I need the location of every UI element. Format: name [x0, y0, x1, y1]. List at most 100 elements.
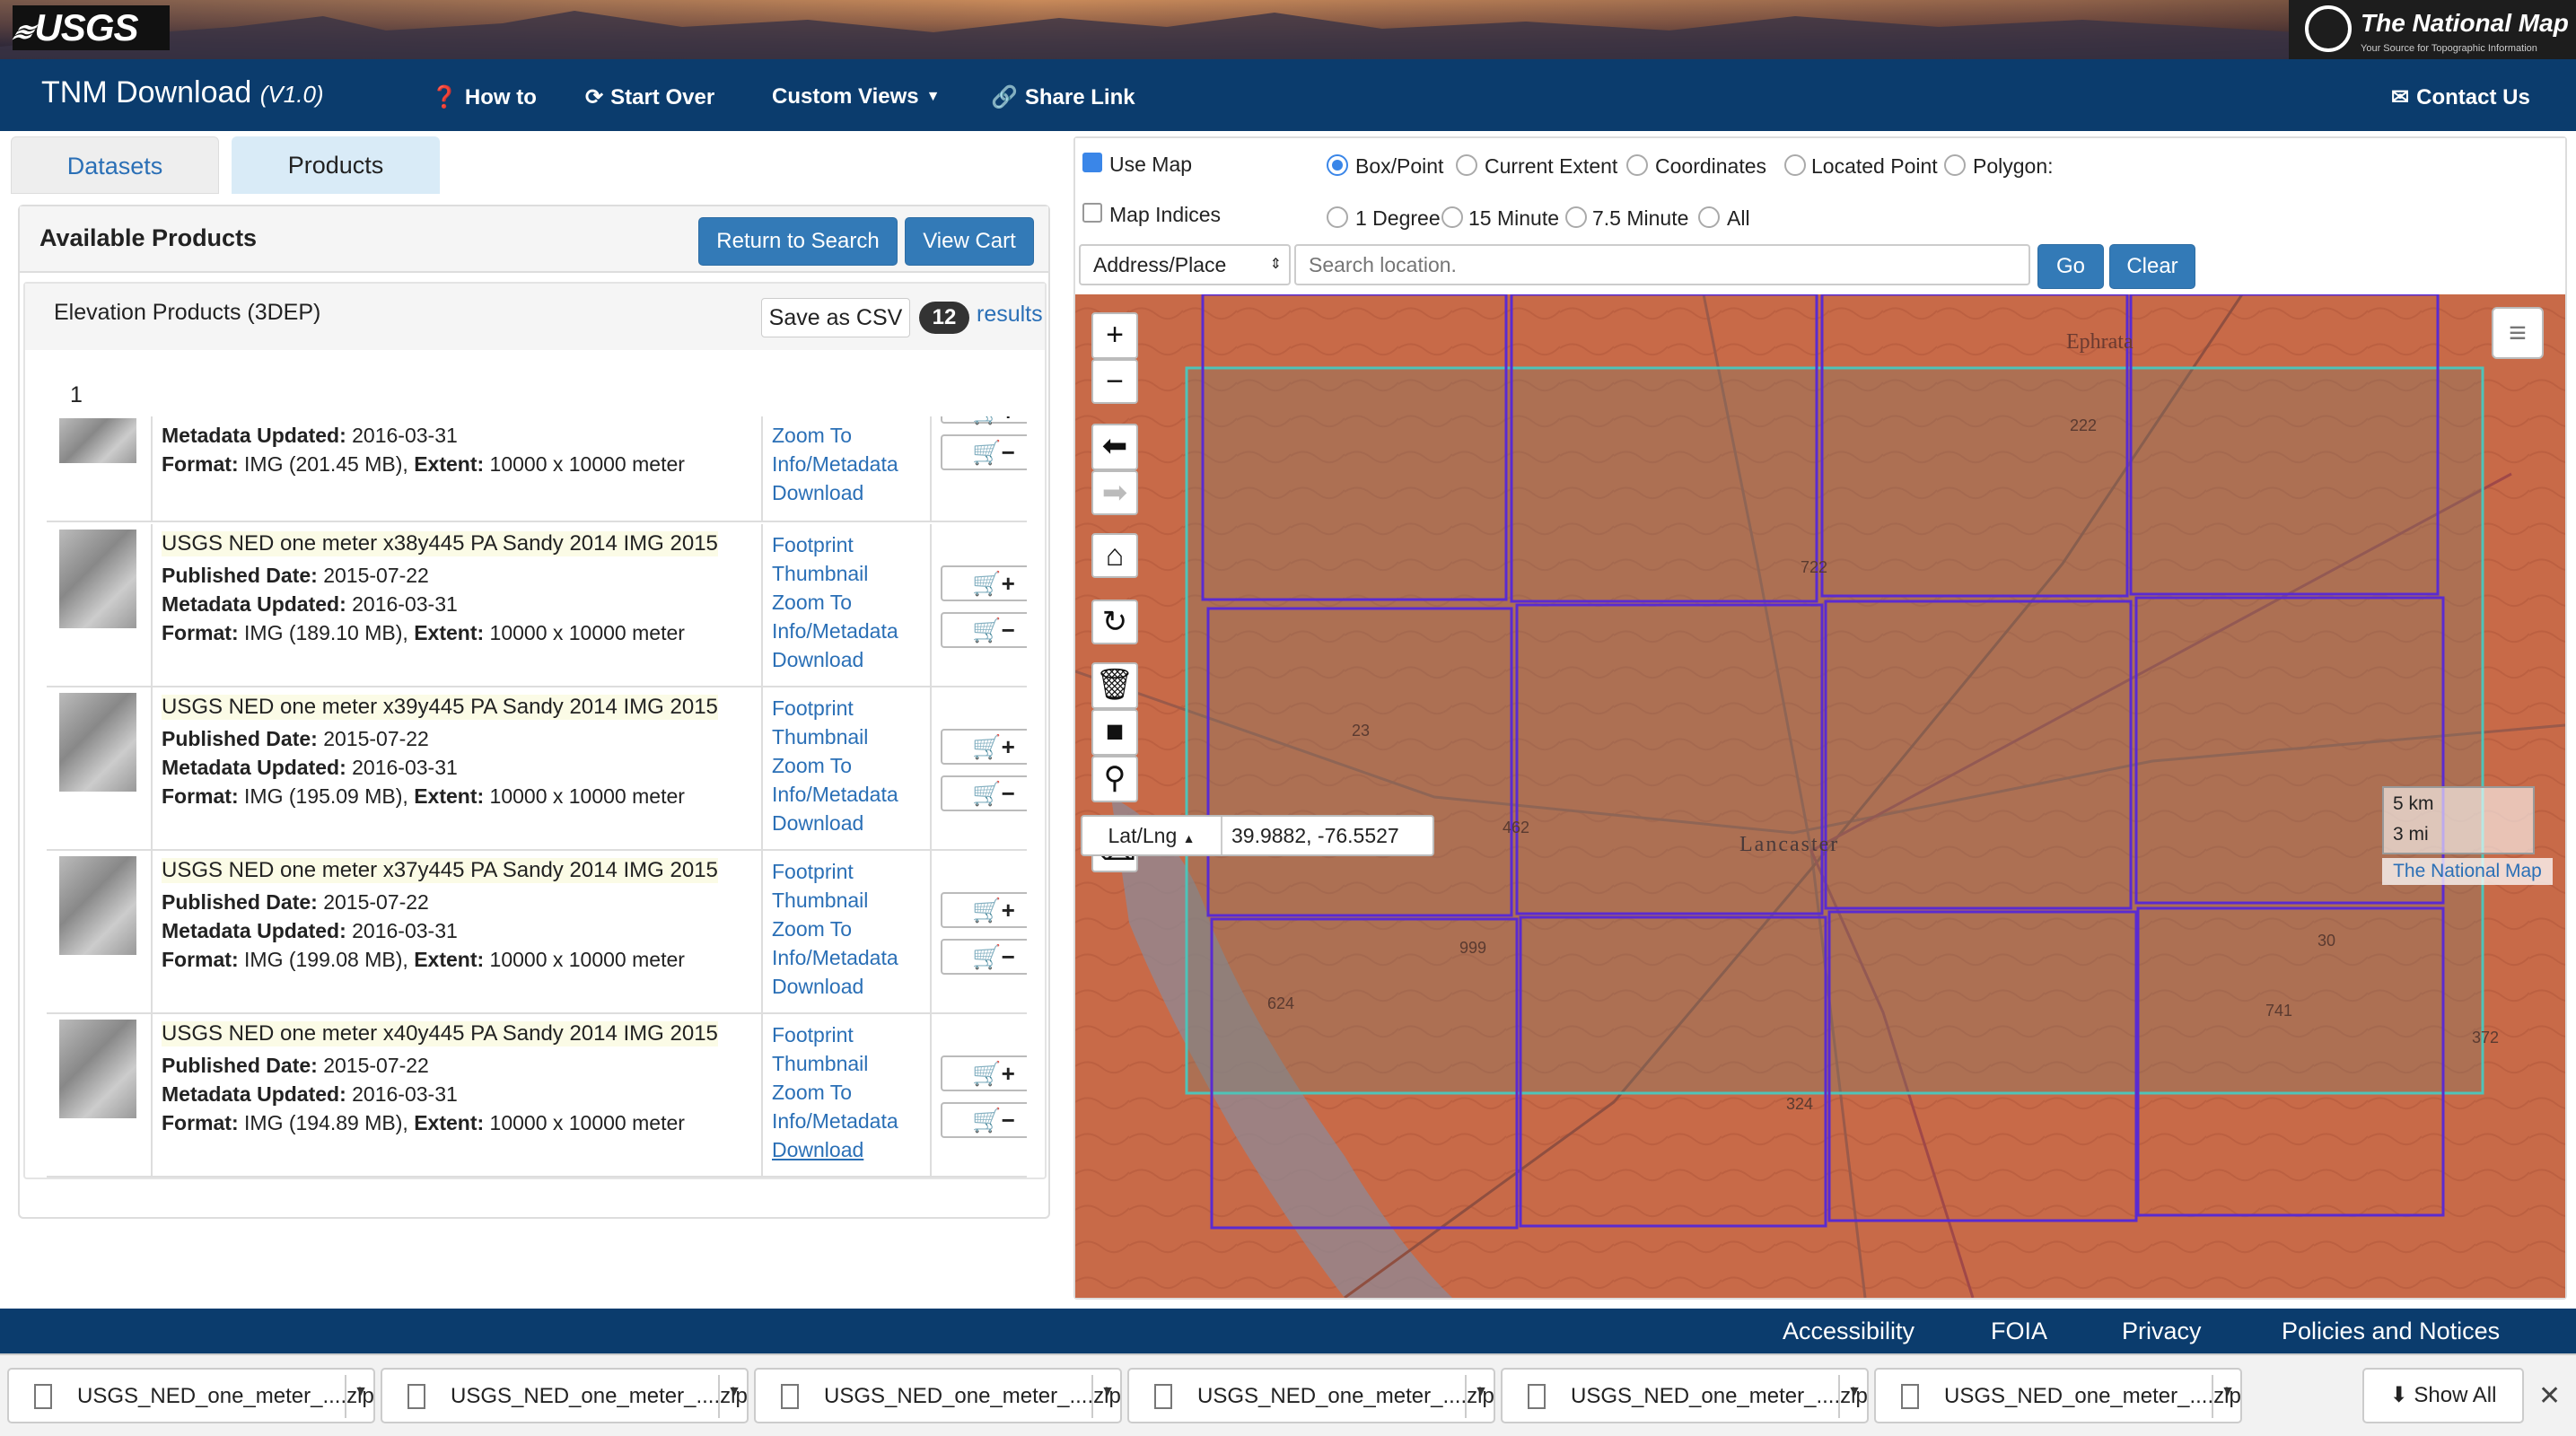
share-link[interactable]: 🔗 Share Link — [991, 84, 1135, 110]
download-link[interactable]: Download — [772, 1138, 863, 1162]
download-link[interactable]: Download — [772, 811, 863, 836]
thumbnail-image[interactable] — [59, 418, 136, 463]
thumbnail-link[interactable]: Thumbnail — [772, 725, 868, 749]
footprint-link[interactable]: Footprint — [772, 696, 854, 721]
clear-button[interactable]: Clear — [2109, 244, 2195, 289]
map-canvas[interactable]: Ephrata Lancaster 222 722 23 462 999 30 … — [1075, 294, 2565, 1298]
seven-half-minute-radio[interactable] — [1565, 206, 1587, 228]
view-cart-button[interactable]: View Cart — [905, 217, 1034, 266]
box-point-radio[interactable] — [1327, 154, 1348, 176]
remove-from-cart-button[interactable]: 🛒− — [941, 775, 1027, 811]
chevron-down-icon[interactable]: ▼ — [2221, 1384, 2235, 1400]
zoom-to-link[interactable]: Zoom To — [772, 1081, 852, 1105]
how-to-link[interactable]: ❓ How to — [431, 84, 537, 110]
foia-link[interactable]: FOIA — [1991, 1318, 2047, 1345]
current-extent-radio[interactable] — [1456, 154, 1477, 176]
zoom-out-button[interactable]: − — [1091, 359, 1138, 404]
info-metadata-link[interactable]: Info/Metadata — [772, 452, 898, 477]
info-metadata-link[interactable]: Info/Metadata — [772, 619, 898, 644]
layers-icon[interactable]: ≡ — [2492, 307, 2544, 359]
located-point-radio[interactable] — [1784, 154, 1806, 176]
map-pin-icon[interactable]: ⚲ — [1091, 756, 1138, 802]
return-to-search-button[interactable]: Return to Search — [698, 217, 898, 266]
thumbnail-image[interactable] — [59, 1020, 136, 1118]
info-metadata-link[interactable]: Info/Metadata — [772, 946, 898, 970]
home-icon[interactable]: ⌂ — [1091, 533, 1138, 578]
remove-from-cart-button[interactable]: 🛒− — [941, 434, 1027, 470]
footprint-link[interactable]: Footprint — [772, 860, 854, 884]
all-radio[interactable] — [1698, 206, 1720, 228]
refresh-icon[interactable]: ↻ — [1091, 600, 1138, 644]
download-item[interactable]: USGS_NED_one_meter_....zip ▼ — [1127, 1368, 1495, 1423]
search-location-input[interactable] — [1294, 244, 2030, 285]
download-link[interactable]: Download — [772, 648, 863, 672]
remove-from-cart-button[interactable]: 🛒− — [941, 612, 1027, 648]
chevron-down-icon[interactable]: ▼ — [1474, 1384, 1488, 1400]
download-item[interactable]: USGS_NED_one_meter_....zip ▼ — [7, 1368, 375, 1423]
address-place-select[interactable]: Address/Place ⇕ — [1079, 244, 1291, 285]
download-link[interactable]: Download — [772, 975, 863, 999]
chevron-down-icon[interactable]: ▼ — [1847, 1384, 1862, 1400]
national-map-logo[interactable]: The National Map Your Source for Topogra… — [2289, 0, 2576, 59]
fifteen-minute-radio[interactable] — [1441, 206, 1463, 228]
add-to-cart-button[interactable]: 🛒+ — [941, 565, 1027, 601]
chevron-down-icon[interactable]: ▼ — [354, 1384, 368, 1400]
square-draw-icon[interactable]: ■ — [1091, 709, 1138, 756]
footprint-link[interactable]: Footprint — [772, 1023, 854, 1047]
add-to-cart-button[interactable]: 🛒+ — [941, 1055, 1027, 1091]
close-icon[interactable]: ✕ — [2538, 1380, 2561, 1412]
remove-from-cart-button[interactable]: 🛒− — [941, 1102, 1027, 1138]
thumbnail-image[interactable] — [59, 693, 136, 792]
back-arrow-icon[interactable]: ⬅ — [1091, 424, 1138, 470]
privacy-link[interactable]: Privacy — [2122, 1318, 2202, 1345]
zoom-to-link[interactable]: Zoom To — [772, 917, 852, 941]
download-item[interactable]: USGS_NED_one_meter_....zip ▼ — [1874, 1368, 2242, 1423]
zoom-to-link[interactable]: Zoom To — [772, 591, 852, 615]
chevron-down-icon[interactable]: ▼ — [1100, 1384, 1115, 1400]
contact-us-link[interactable]: ✉ Contact Us — [2391, 84, 2530, 110]
tab-products[interactable]: Products — [232, 136, 440, 194]
download-item[interactable]: USGS_NED_one_meter_....zip ▼ — [1501, 1368, 1869, 1423]
save-as-csv-button[interactable]: Save as CSV — [761, 298, 910, 337]
go-button[interactable]: Go — [2037, 244, 2104, 289]
map-indices-checkbox[interactable] — [1082, 203, 1102, 223]
trash-icon[interactable]: 🗑 — [1091, 662, 1138, 709]
thumbnail-link[interactable]: Thumbnail — [772, 889, 868, 913]
zoom-in-button[interactable]: + — [1091, 312, 1138, 359]
use-map-checkbox[interactable] — [1082, 153, 1102, 172]
remove-from-cart-button[interactable]: 🛒− — [941, 939, 1027, 975]
zoom-to-link[interactable]: Zoom To — [772, 424, 852, 448]
thumbnail-image[interactable] — [59, 856, 136, 955]
one-degree-radio[interactable] — [1327, 206, 1348, 228]
thumbnail-link[interactable]: Thumbnail — [772, 562, 868, 586]
latlng-format-select[interactable]: Lat/Lng ▲ — [1082, 817, 1222, 854]
usgs-logo[interactable]: ≋USGS — [8, 5, 170, 50]
pagination-page[interactable]: 1 — [70, 382, 83, 408]
download-item[interactable]: USGS_NED_one_meter_....zip ▼ — [381, 1368, 749, 1423]
add-to-cart-button[interactable]: 🛒+ — [941, 892, 1027, 928]
elevation-group-title[interactable]: Elevation Products (3DEP) — [54, 300, 320, 326]
info-metadata-link[interactable]: Info/Metadata — [772, 783, 898, 807]
chevron-down-icon[interactable]: ▼ — [727, 1384, 741, 1400]
policies-link[interactable]: Policies and Notices — [2282, 1318, 2500, 1345]
app-title[interactable]: TNM Download (V1.0) — [41, 75, 324, 110]
polygon-radio[interactable] — [1944, 154, 1966, 176]
tab-datasets[interactable]: Datasets — [11, 136, 219, 194]
results-label[interactable]: results — [977, 302, 1043, 328]
coordinates-radio[interactable] — [1626, 154, 1648, 176]
show-all-button[interactable]: ⬇ Show All — [2362, 1368, 2524, 1423]
download-link[interactable]: Download — [772, 481, 863, 505]
attribution-link[interactable]: The National Map — [2382, 858, 2553, 885]
start-over-link[interactable]: ⟳ Start Over — [585, 84, 714, 110]
download-item[interactable]: USGS_NED_one_meter_....zip ▼ — [754, 1368, 1122, 1423]
info-metadata-link[interactable]: Info/Metadata — [772, 1109, 898, 1134]
custom-views-dropdown[interactable]: Custom Views ▼ — [772, 84, 940, 109]
add-to-cart-button[interactable]: 🛒+ — [941, 416, 1027, 424]
forward-arrow-icon[interactable]: ➡ — [1091, 470, 1138, 515]
thumbnail-link[interactable]: Thumbnail — [772, 1052, 868, 1076]
thumbnail-image[interactable] — [59, 530, 136, 628]
footprint-link[interactable]: Footprint — [772, 533, 854, 557]
add-to-cart-button[interactable]: 🛒+ — [941, 729, 1027, 765]
zoom-to-link[interactable]: Zoom To — [772, 754, 852, 778]
accessibility-link[interactable]: Accessibility — [1783, 1318, 1914, 1345]
